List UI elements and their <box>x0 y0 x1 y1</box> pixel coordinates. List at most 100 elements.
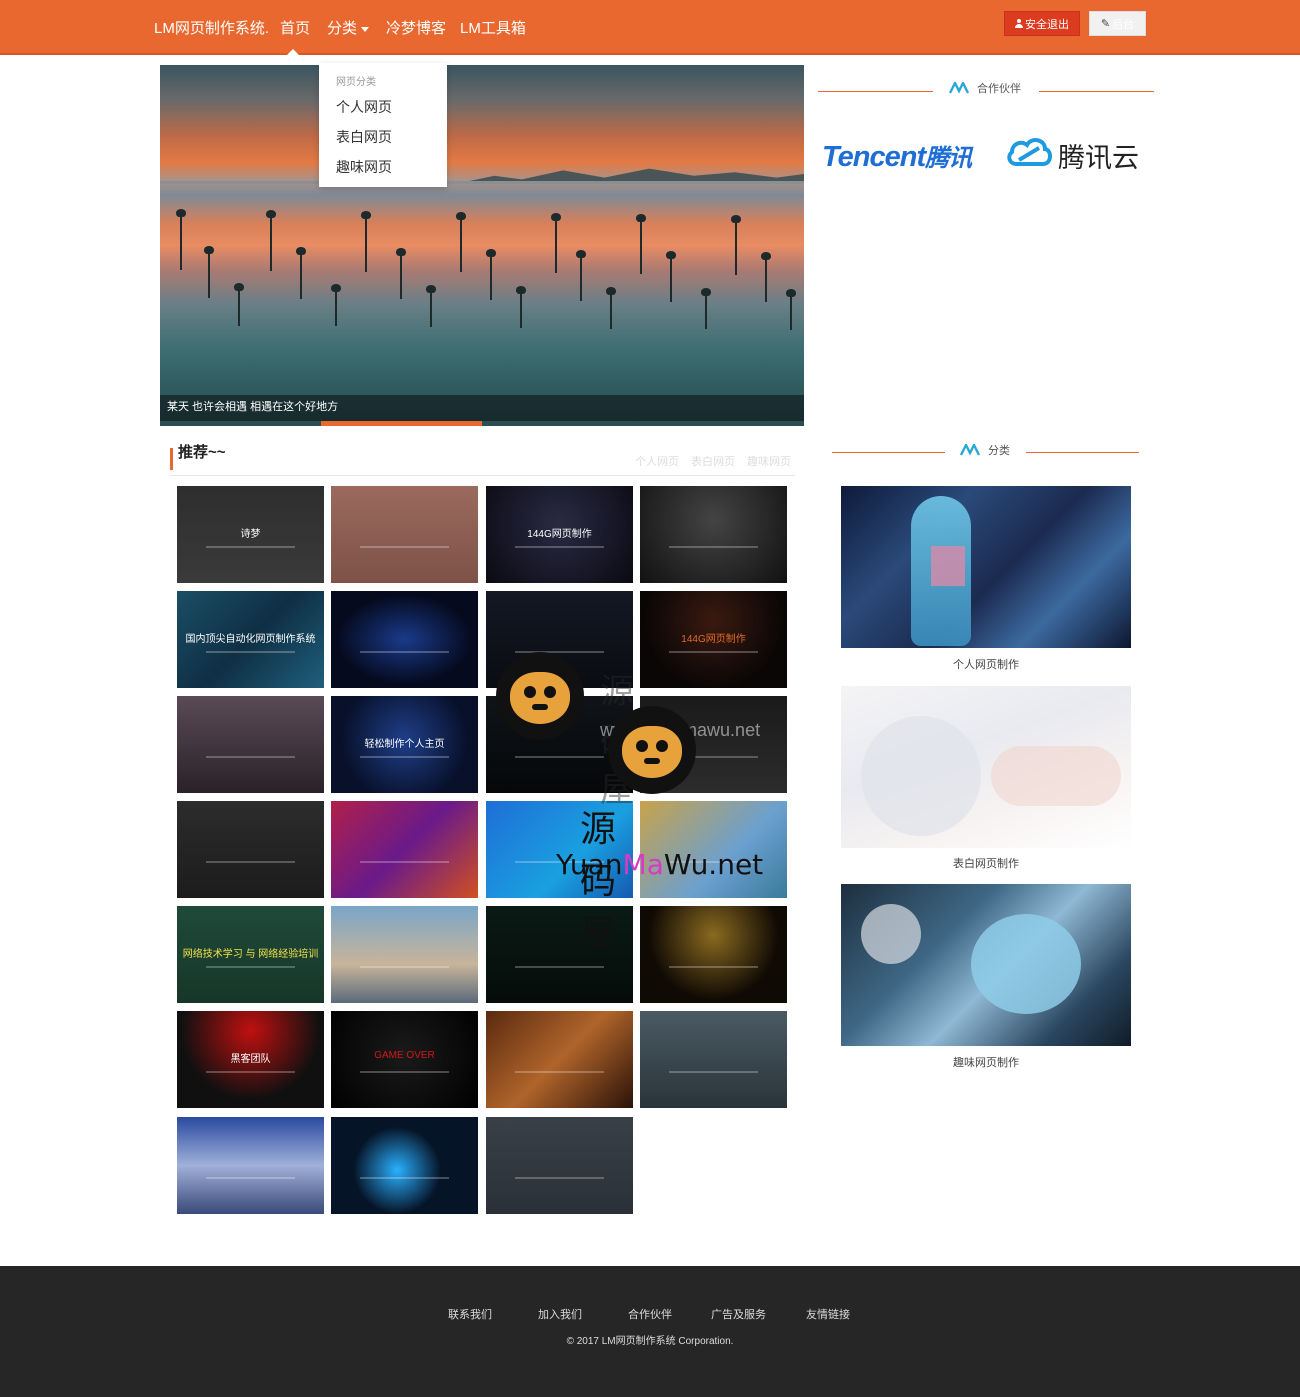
hero-carousel[interactable]: 某天 也许会相遇 相遇在这个好地方 <box>160 65 804 426</box>
recommend-tab-confession[interactable]: 表白网页 <box>691 453 735 469</box>
stalk-silhouette <box>761 251 771 303</box>
footer-link-contact[interactable]: 联系我们 <box>448 1306 492 1322</box>
anime-scarf <box>931 546 965 586</box>
template-thumbnail[interactable]: 144G网页制作 <box>640 591 787 688</box>
template-thumbnail[interactable] <box>640 1011 787 1108</box>
thumbnail-title: 国内顶尖自动化网页制作系统 <box>185 633 316 645</box>
partner-tencent[interactable]: Tencent腾讯 <box>822 138 972 174</box>
partner-tencent-cloud[interactable]: 腾讯云 <box>1058 136 1139 175</box>
logout-label: 安全退出 <box>1025 18 1069 31</box>
stalk-silhouette <box>636 214 646 274</box>
nav-toolbox[interactable]: LM工具箱 <box>460 17 526 38</box>
partners-title: 合作伙伴 <box>977 83 1021 95</box>
thumbnail-title: GAME OVER <box>374 1049 435 1061</box>
stalk-silhouette <box>176 209 186 270</box>
thumbnail-subline <box>360 651 449 654</box>
footer: 联系我们 加入我们 合作伙伴 广告及服务 友情链接 © 2017 LM网页制作系… <box>0 1266 1300 1397</box>
partners-line-right <box>1039 91 1154 92</box>
template-thumbnail[interactable] <box>640 906 787 1003</box>
category-label-confession[interactable]: 表白网页制作 <box>841 855 1131 871</box>
stalk-silhouette <box>204 246 214 298</box>
caret-down-icon <box>361 26 370 32</box>
category-image-fun[interactable] <box>841 884 1131 1046</box>
stalk-silhouette <box>331 283 341 327</box>
stalk-silhouette <box>786 289 796 330</box>
category-image-confession[interactable] <box>841 686 1131 848</box>
category-line-right <box>1026 452 1139 453</box>
template-thumbnail[interactable] <box>640 486 787 583</box>
category-dropdown: 网页分类 个人网页 表白网页 趣味网页 <box>319 63 447 187</box>
category-label-personal[interactable]: 个人网页制作 <box>841 656 1131 672</box>
template-thumbnail[interactable]: 黑客团队 <box>177 1011 324 1108</box>
thumbnail-subline <box>206 966 295 969</box>
dropdown-item-confession[interactable]: 表白网页 <box>336 127 392 147</box>
template-thumbnail[interactable]: 轻松制作个人主页 <box>331 696 478 793</box>
template-thumbnail[interactable] <box>486 591 633 688</box>
template-thumbnail[interactable] <box>486 1117 633 1214</box>
thumbnail-subline <box>515 1177 604 1180</box>
footer-link-friends[interactable]: 友情链接 <box>806 1306 850 1322</box>
partner-tencent-latin: Tencent <box>822 141 926 173</box>
footer-link-ads[interactable]: 广告及服务 <box>711 1306 766 1322</box>
template-thumbnail[interactable]: GAME OVER <box>331 1011 478 1108</box>
stalk-silhouette <box>456 211 466 273</box>
category-image-personal[interactable] <box>841 486 1131 648</box>
partners-heading: 合作伙伴 <box>949 80 1021 96</box>
thumbnail-subline <box>669 861 758 864</box>
template-thumbnail[interactable] <box>177 801 324 898</box>
template-thumbnail[interactable]: 网络技术学习 与 网络经验培训 <box>177 906 324 1003</box>
stalk-silhouette <box>266 210 276 271</box>
template-thumbnail[interactable]: 144G网页制作 <box>486 486 633 583</box>
thumbnail-title: 轻松制作个人主页 <box>364 738 445 750</box>
brand-logo[interactable]: LM网页制作系统. <box>154 17 269 38</box>
template-thumbnail[interactable] <box>177 696 324 793</box>
nav-home[interactable]: 首页 <box>280 17 310 38</box>
stalk-silhouette <box>426 285 436 327</box>
pencil-icon: ✎ <box>1100 18 1111 30</box>
dropdown-item-fun[interactable]: 趣味网页 <box>336 157 392 177</box>
thumbnail-title: 诗梦 <box>240 528 261 540</box>
stalk-silhouette <box>486 249 496 300</box>
hero-caption: 某天 也许会相遇 相遇在这个好地方 <box>167 401 339 413</box>
thumbnail-subline <box>360 966 449 969</box>
template-thumbnail[interactable] <box>331 906 478 1003</box>
template-thumbnail[interactable] <box>177 1117 324 1214</box>
nav-category[interactable]: 分类 <box>327 17 370 38</box>
recommend-tab-fun[interactable]: 趣味网页 <box>747 453 791 469</box>
template-thumbnail[interactable]: 国内顶尖自动化网页制作系统 <box>177 591 324 688</box>
thumbnail-title: 网络技术学习 与 网络经验培训 <box>182 948 319 960</box>
anime-hair <box>971 914 1081 1014</box>
template-thumbnail[interactable] <box>331 801 478 898</box>
category-label-fun[interactable]: 趣味网页制作 <box>841 1054 1131 1070</box>
template-thumbnail[interactable] <box>331 591 478 688</box>
footer-link-partners[interactable]: 合作伙伴 <box>628 1306 672 1322</box>
thumbnail-subline <box>206 1177 295 1180</box>
thumbnail-title: 黑客团队 <box>230 1053 271 1065</box>
admin-button[interactable]: ✎ 后台 <box>1089 11 1146 36</box>
template-thumbnail[interactable] <box>486 1011 633 1108</box>
nav-blog[interactable]: 冷梦博客 <box>386 17 446 38</box>
template-thumbnail[interactable] <box>640 801 787 898</box>
tencent-cloud-icon[interactable] <box>1005 134 1053 168</box>
thumbnail-subline <box>669 756 758 759</box>
recommend-tab-personal[interactable]: 个人网页 <box>635 453 679 469</box>
template-thumbnail[interactable] <box>486 696 633 793</box>
thumbnail-subline <box>206 756 295 759</box>
template-thumbnail[interactable] <box>331 486 478 583</box>
template-thumbnail[interactable] <box>331 1117 478 1214</box>
template-thumbnail[interactable] <box>486 906 633 1003</box>
thumbnail-subline <box>515 756 604 759</box>
recommend-accent-bar <box>170 448 173 470</box>
thumbnail-subline <box>669 546 758 549</box>
template-thumbnail[interactable] <box>486 801 633 898</box>
thumbnail-subline <box>669 651 758 654</box>
template-thumbnail[interactable] <box>640 696 787 793</box>
template-thumbnail[interactable]: 诗梦 <box>177 486 324 583</box>
footer-link-join[interactable]: 加入我们 <box>538 1306 582 1322</box>
hero-horizon <box>160 181 804 184</box>
stalk-silhouette <box>361 211 371 272</box>
stalk-silhouette <box>606 287 616 329</box>
dropdown-item-personal[interactable]: 个人网页 <box>336 97 392 117</box>
dropdown-header: 网页分类 <box>336 77 376 88</box>
logout-button[interactable]: 安全退出 <box>1004 11 1080 36</box>
